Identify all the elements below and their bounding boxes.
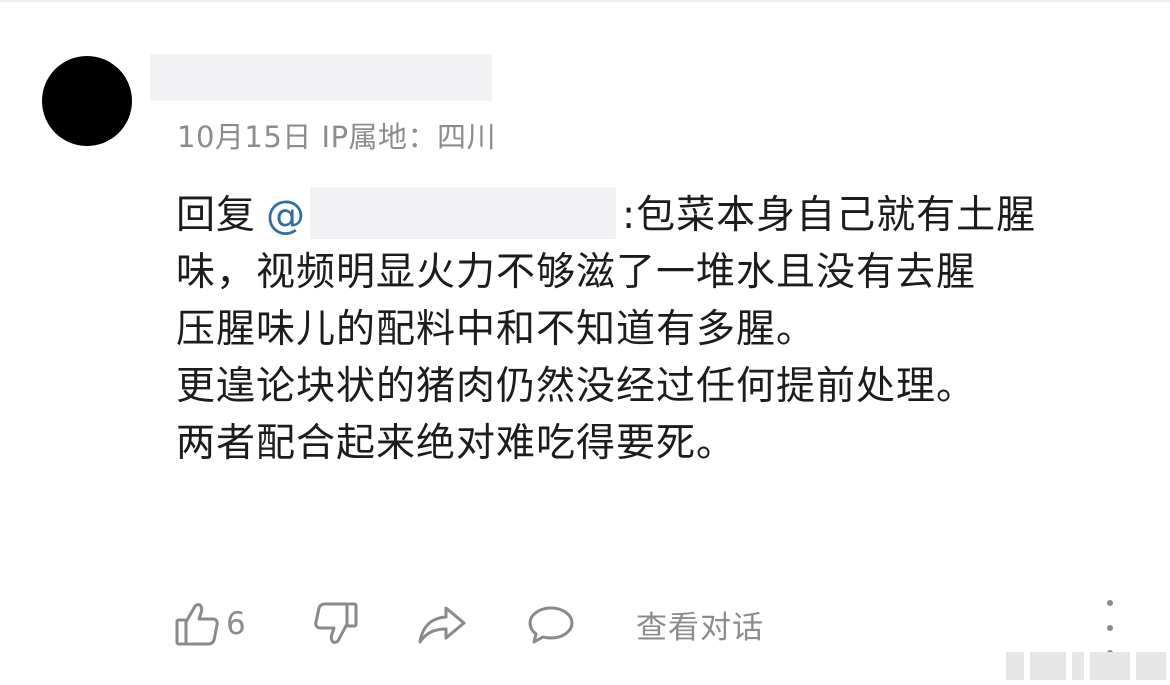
comment-actions-bar: 6 查看对话 <box>0 596 1170 656</box>
comment-text: :包菜本身自己就有土腥 <box>622 193 1037 238</box>
comment-meta: 10月15日 IP属地：四川 <box>177 120 497 154</box>
comment-line-2: 味，视频明显火力不够滋了一堆水且没有去腥 <box>176 250 977 295</box>
comment-body: 回复 @ :包菜本身自己就有土腥 味，视频明显火力不够滋了一堆水且没有去腥 压腥味儿… <box>176 186 1126 472</box>
view-conversation-link[interactable]: 查看对话 <box>636 596 764 652</box>
mention-username-redacted[interactable] <box>310 186 617 239</box>
dislike-button[interactable] <box>311 596 359 652</box>
avatar[interactable] <box>42 56 132 146</box>
share-button[interactable] <box>416 596 468 652</box>
like-button[interactable]: 6 <box>174 596 246 652</box>
comment-button[interactable] <box>526 596 576 652</box>
mention-at-sign[interactable]: @ <box>266 193 306 238</box>
comment-line-5: 两者配合起来绝对难吃得要死。 <box>176 421 737 466</box>
comment-line-4: 更遑论块状的猪肉仍然没经过任何提前处理。 <box>176 364 977 409</box>
comment-bubble-icon <box>526 600 576 648</box>
comment-line-3: 压腥味儿的配料中和不知道有多腥。 <box>176 307 817 352</box>
thumbs-up-icon <box>174 600 222 648</box>
watermark <box>1000 648 1170 685</box>
like-count: 6 <box>226 606 246 642</box>
reply-prefix: 回复 <box>176 193 257 238</box>
thumbs-down-icon <box>311 600 359 648</box>
top-divider <box>0 0 1170 2</box>
comment-line-1: 回复 @ :包菜本身自己就有土腥 <box>176 186 1126 244</box>
username-redacted[interactable] <box>150 54 492 101</box>
share-icon <box>416 600 468 648</box>
